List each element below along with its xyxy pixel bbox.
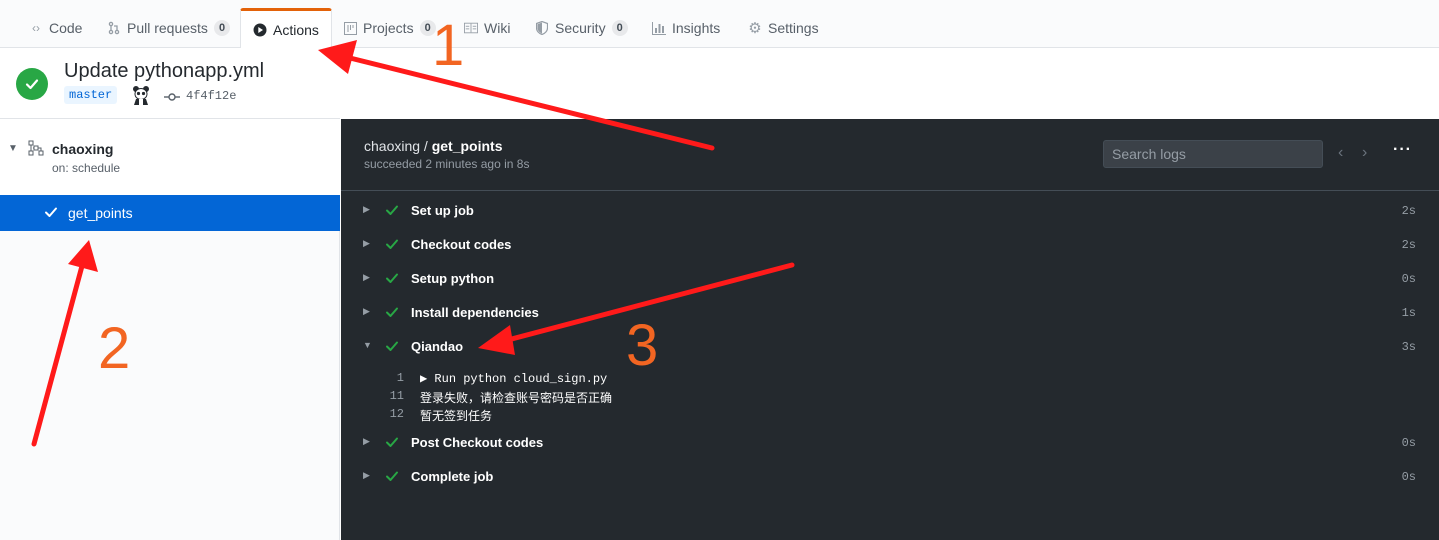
expand-caret-icon: ▶ — [363, 204, 370, 214]
workflow-trigger: on: schedule — [52, 161, 121, 175]
job-get-points[interactable]: get_points — [0, 195, 340, 231]
more-options-icon[interactable]: ··· — [1393, 141, 1412, 159]
tab-projects-label: Projects — [363, 20, 414, 36]
run-title: Update pythonapp.yml — [64, 60, 265, 82]
log-status: succeeded 2 minutes ago in 8s — [364, 157, 530, 171]
check-icon — [44, 205, 58, 222]
workflow-icon — [28, 140, 44, 159]
step-name: Set up job — [411, 203, 474, 218]
tab-settings-label: Settings — [768, 20, 819, 36]
expand-caret-icon: ▶ — [363, 306, 370, 316]
log-text: 暂无签到任务 — [420, 409, 493, 423]
step-post-checkout-codes[interactable]: ▶ Post Checkout codes 0s — [341, 426, 1439, 460]
tab-code[interactable]: ‹› Code — [17, 8, 94, 48]
tab-insights[interactable]: Insights — [640, 8, 732, 48]
step-name: Install dependencies — [411, 305, 539, 320]
log-repo: chaoxing / — [364, 138, 432, 154]
expand-caret-icon: ▶ — [363, 238, 370, 248]
line-number[interactable]: 1 — [371, 371, 404, 385]
step-name: Post Checkout codes — [411, 435, 544, 450]
tab-projects[interactable]: Projects 0 — [331, 8, 448, 48]
run-header: Update pythonapp.yml master 4f4f12e — [0, 48, 1439, 118]
step-duration: 1s — [1401, 306, 1416, 320]
line-number[interactable]: 12 — [371, 407, 404, 421]
annotation-number-1: 1 — [432, 13, 465, 78]
step-install-dependencies[interactable]: ▶ Install dependencies 1s — [341, 296, 1439, 330]
step-name: Complete job — [411, 469, 494, 484]
search-logs-input[interactable] — [1103, 140, 1323, 168]
step-duration: 2s — [1401, 238, 1416, 252]
check-icon — [385, 271, 399, 288]
log-line[interactable]: 12 暂无签到任务 — [341, 407, 1439, 425]
tab-insights-label: Insights — [672, 20, 721, 36]
step-duration: 2s — [1401, 204, 1416, 218]
step-duration: 0s — [1401, 470, 1416, 484]
play-icon — [253, 23, 267, 37]
commit-sha[interactable]: 4f4f12e — [186, 89, 236, 103]
collapse-caret-icon: ▼ — [363, 340, 372, 350]
tab-actions[interactable]: Actions — [240, 8, 332, 49]
annotation-number-3: 3 — [626, 313, 659, 378]
chevron-right-icon[interactable]: › — [1362, 144, 1367, 162]
step-name: Qiandao — [411, 339, 464, 354]
step-duration: 3s — [1401, 340, 1416, 354]
project-icon — [343, 21, 357, 35]
branch-label[interactable]: master — [64, 86, 118, 104]
divider — [341, 190, 1439, 191]
check-icon — [385, 469, 399, 486]
commit-icon — [164, 89, 180, 105]
pull-request-icon — [107, 21, 121, 35]
tab-security-label: Security — [555, 20, 606, 36]
shield-icon — [535, 21, 549, 35]
expand-caret-icon: ▶ — [363, 436, 370, 446]
check-icon — [385, 237, 399, 254]
job-name: get_points — [68, 205, 133, 221]
book-icon — [464, 21, 478, 35]
success-status-icon — [16, 68, 48, 100]
step-name: Checkout codes — [411, 237, 512, 252]
avatar[interactable] — [130, 84, 152, 106]
log-line[interactable]: 1 ▶ Run python cloud_sign.py — [341, 371, 1439, 389]
check-icon — [385, 339, 399, 356]
step-checkout-codes[interactable]: ▶ Checkout codes 2s — [341, 228, 1439, 262]
tab-pull-requests[interactable]: Pull requests 0 — [95, 8, 242, 48]
log-text: 登录失败，请检查账号密码是否正确 — [420, 391, 613, 405]
expand-caret-icon: ▶ — [363, 272, 370, 282]
annotation-number-2: 2 — [98, 316, 131, 381]
step-complete-job[interactable]: ▶ Complete job 0s — [341, 460, 1439, 494]
workflow-sidebar: ▼ chaoxing on: schedule get_points — [0, 118, 340, 540]
log-text: ▶ Run python cloud_sign.py — [420, 372, 608, 386]
step-duration: 0s — [1401, 436, 1416, 450]
check-icon — [385, 305, 399, 322]
log-line[interactable]: 11 登录失败，请检查账号密码是否正确 — [341, 389, 1439, 407]
step-duration: 0s — [1401, 272, 1416, 286]
code-icon: ‹› — [32, 21, 40, 35]
tab-wiki-label: Wiki — [484, 20, 511, 36]
pull-requests-count: 0 — [213, 20, 231, 36]
log-title: chaoxing / get_points — [364, 138, 503, 154]
step-name: Setup python — [411, 271, 495, 286]
workflow-item[interactable]: ▼ chaoxing on: schedule — [0, 119, 340, 195]
step-setup-python[interactable]: ▶ Setup python 0s — [341, 262, 1439, 296]
security-count: 0 — [611, 20, 628, 36]
tab-pull-requests-label: Pull requests — [127, 20, 208, 36]
log-job: get_points — [431, 138, 503, 154]
collapse-caret-icon[interactable]: ▼ — [8, 143, 18, 154]
step-qiandao[interactable]: ▼ Qiandao 3s — [341, 330, 1439, 364]
line-number[interactable]: 11 — [371, 389, 404, 403]
tab-security[interactable]: Security 0 — [523, 8, 640, 48]
repo-nav: ‹› Code Pull requests 0 Actions Projects… — [0, 0, 1439, 49]
tab-settings[interactable]: ⚙ Settings — [736, 8, 831, 48]
check-icon — [385, 203, 399, 220]
chevron-left-icon[interactable]: ‹ — [1338, 144, 1343, 162]
expand-caret-icon: ▶ — [363, 470, 370, 480]
check-icon — [385, 435, 399, 452]
tab-actions-label: Actions — [273, 22, 319, 38]
tab-code-label: Code — [49, 20, 83, 36]
step-set-up-job[interactable]: ▶ Set up job 2s — [341, 194, 1439, 228]
gear-icon: ⚙ — [748, 20, 762, 37]
graph-icon — [652, 21, 666, 35]
workflow-name: chaoxing — [52, 141, 114, 157]
log-panel: chaoxing / get_points succeeded 2 minute… — [341, 119, 1439, 540]
